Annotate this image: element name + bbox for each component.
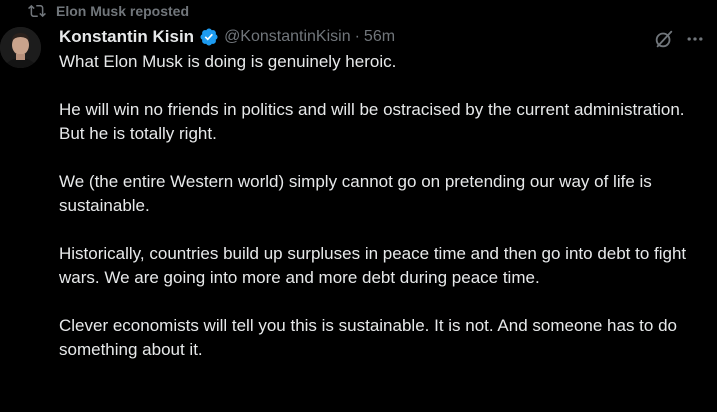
tweet-paragraph: Clever economists will tell you this is … <box>59 316 677 359</box>
repost-label[interactable]: Elon Musk reposted <box>56 3 189 19</box>
repost-indicator: Elon Musk reposted <box>28 1 189 21</box>
header-separator: · <box>354 28 360 45</box>
repost-icon <box>28 2 46 20</box>
author-handle[interactable]: @KonstantinKisin <box>224 28 351 46</box>
tweet-paragraph: What Elon Musk is doing is genuinely her… <box>59 52 397 71</box>
tweet-actions-top <box>653 28 705 50</box>
tweet-header: Konstantin Kisin @KonstantinKisin · 56m <box>59 26 717 48</box>
tweet-paragraph: Historically, countries build up surplus… <box>59 244 687 287</box>
verified-badge-icon[interactable] <box>199 27 219 47</box>
more-icon[interactable] <box>685 29 705 49</box>
tweet-content: Konstantin Kisin @KonstantinKisin · 56m … <box>59 26 717 362</box>
tweet-timestamp[interactable]: 56m <box>364 28 395 46</box>
tweet-paragraph: We (the entire Western world) simply can… <box>59 172 652 215</box>
author-display-name[interactable]: Konstantin Kisin <box>59 27 194 47</box>
avatar[interactable] <box>0 27 41 68</box>
grok-icon[interactable] <box>653 28 675 50</box>
tweet-paragraph: He will win no friends in politics and w… <box>59 100 685 143</box>
tweet-text: What Elon Musk is doing is genuinely her… <box>59 50 699 362</box>
tweet[interactable]: Elon Musk reposted Konstantin Kisin @Kon… <box>0 0 717 412</box>
